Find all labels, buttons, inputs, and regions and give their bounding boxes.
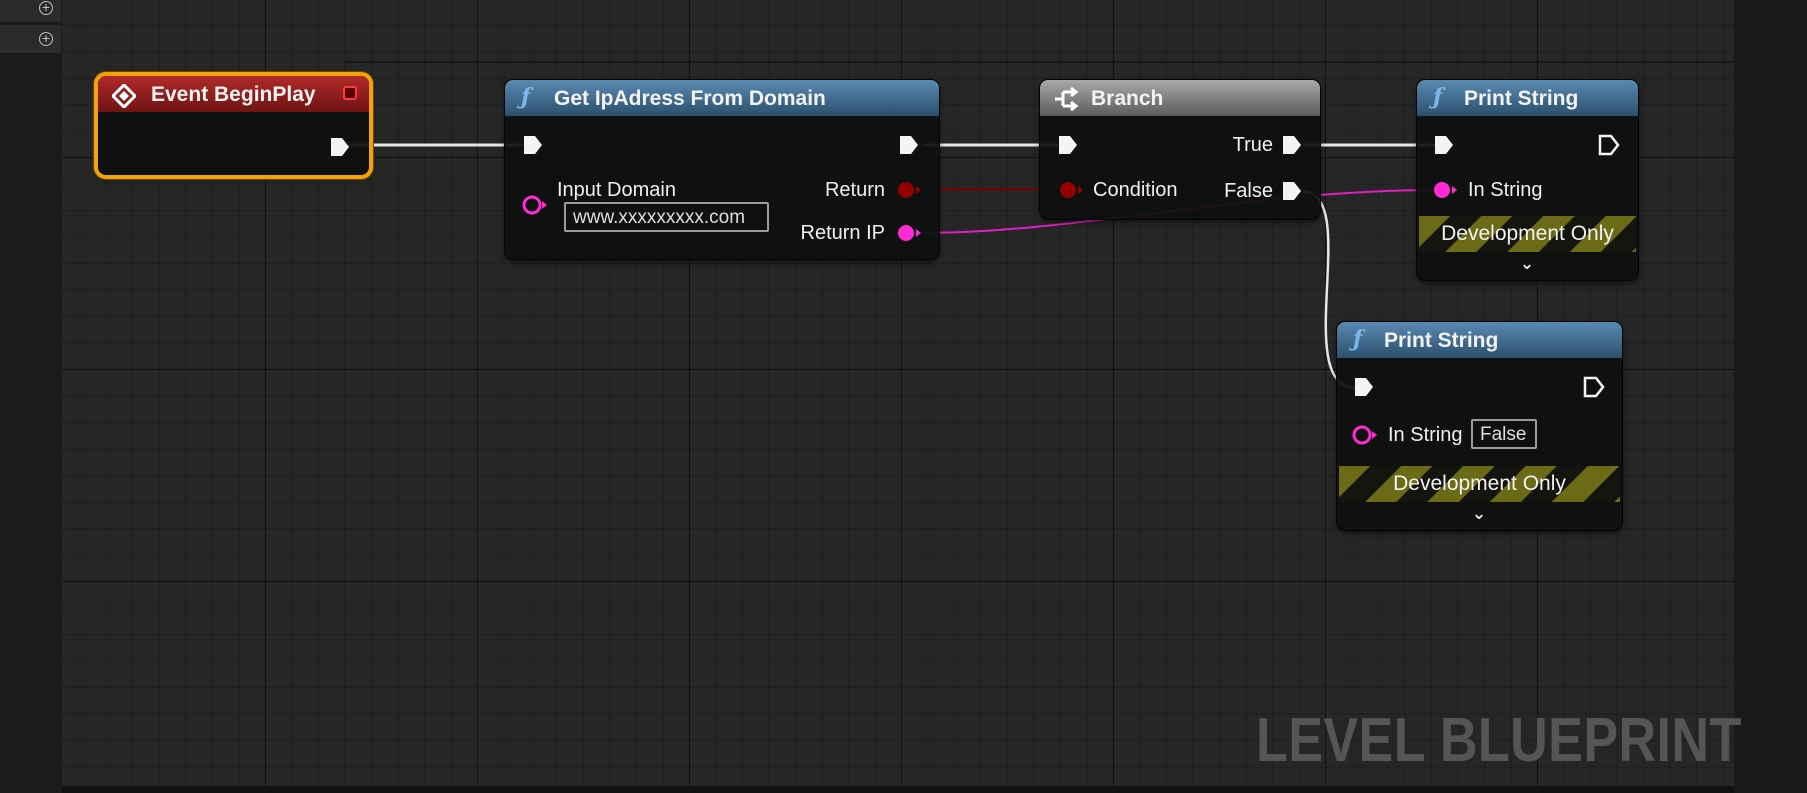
print-string-node[interactable]: ƒ Print String In String False Developme… xyxy=(1337,322,1622,530)
chevron-down-icon[interactable]: ⌄ xyxy=(1517,255,1537,273)
node-title: Print String xyxy=(1384,329,1499,352)
return-ip-label: Return IP xyxy=(800,222,885,244)
input-domain-field[interactable]: www.xxxxxxxxx.com xyxy=(564,202,769,232)
exec-out-pin[interactable] xyxy=(897,133,921,157)
print-string-node[interactable]: ƒ Print String In String Development Onl… xyxy=(1417,80,1638,280)
node-header[interactable]: Branch xyxy=(1040,80,1320,116)
node-header[interactable]: Event BeginPlay xyxy=(98,76,369,112)
function-icon: ƒ xyxy=(521,84,531,110)
exec-in-pin[interactable] xyxy=(1432,133,1456,157)
node-header[interactable]: ƒ Print String xyxy=(1417,80,1638,116)
in-string-pin[interactable] xyxy=(1352,424,1378,446)
false-label: False xyxy=(1224,180,1273,202)
in-string-label: In String xyxy=(1388,424,1463,446)
return-pin[interactable] xyxy=(896,179,922,201)
input-domain-pin[interactable] xyxy=(522,194,548,216)
exec-in-pin[interactable] xyxy=(1352,375,1376,399)
in-string-field[interactable]: False xyxy=(1471,419,1537,449)
true-exec-pin[interactable] xyxy=(1280,133,1304,157)
node-header[interactable]: ƒ Print String xyxy=(1337,322,1622,358)
exec-in-pin[interactable] xyxy=(1056,133,1080,157)
delegate-pin-icon[interactable] xyxy=(343,86,357,100)
development-only-banner: Development Only xyxy=(1339,466,1620,502)
node-title: Print String xyxy=(1464,87,1579,110)
development-only-banner: Development Only xyxy=(1419,216,1636,252)
input-domain-label: Input Domain xyxy=(557,179,676,201)
get-ipaddress-node[interactable]: ƒ Get IpAdress From Domain Input Domain … xyxy=(505,80,939,259)
function-icon: ƒ xyxy=(1353,326,1363,352)
function-icon: ƒ xyxy=(1433,84,1443,110)
in-string-label: In String xyxy=(1468,179,1543,201)
in-string-pin[interactable] xyxy=(1432,179,1458,201)
branch-icon xyxy=(1055,87,1079,111)
event-beginplay-node[interactable]: Event BeginPlay xyxy=(98,76,369,175)
condition-pin[interactable] xyxy=(1058,179,1084,201)
node-title: Branch xyxy=(1091,87,1164,110)
node-header[interactable]: ƒ Get IpAdress From Domain xyxy=(505,80,939,116)
condition-label: Condition xyxy=(1093,179,1178,201)
node-title: Event BeginPlay xyxy=(151,83,316,106)
exec-out-pin[interactable] xyxy=(1582,375,1606,399)
exec-out-pin[interactable] xyxy=(1597,133,1621,157)
exec-out-pin[interactable] xyxy=(328,135,352,159)
node-title: Get IpAdress From Domain xyxy=(554,87,826,110)
blueprint-editor: + + LEVEL BLUEPRINT Event BeginPlay ƒ Ge… xyxy=(0,0,1807,793)
chevron-down-icon[interactable]: ⌄ xyxy=(1469,505,1489,523)
event-diamond-icon xyxy=(112,84,136,108)
branch-node[interactable]: Branch Condition True False xyxy=(1040,80,1320,219)
true-label: True xyxy=(1232,134,1273,156)
return-label: Return xyxy=(824,179,885,201)
exec-in-pin[interactable] xyxy=(521,133,545,157)
return-ip-pin[interactable] xyxy=(896,222,922,244)
false-exec-pin[interactable] xyxy=(1280,179,1304,203)
